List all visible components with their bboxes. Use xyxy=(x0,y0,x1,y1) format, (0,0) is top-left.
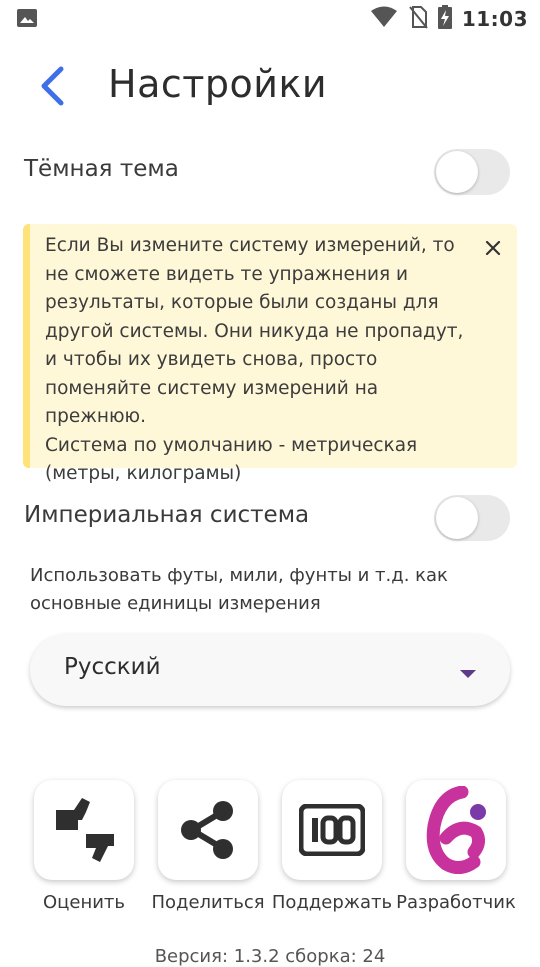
header: Настройки xyxy=(0,56,540,120)
back-button[interactable] xyxy=(30,64,74,108)
notice-accent-bar xyxy=(23,224,30,468)
dark-theme-label: Тёмная тема xyxy=(24,156,179,182)
status-time: 11:03 xyxy=(461,7,528,31)
notice-close-button[interactable] xyxy=(479,234,507,262)
action-buttons: Оценить Поделиться Поддержать Разработчи… xyxy=(0,780,540,920)
close-icon xyxy=(485,240,501,256)
page-title: Настройки xyxy=(108,62,328,106)
rate-button[interactable]: Оценить xyxy=(22,780,146,913)
rate-tile xyxy=(34,780,134,880)
image-icon xyxy=(16,8,38,28)
thumbs-icon xyxy=(56,798,114,862)
support-100-icon xyxy=(299,804,365,856)
support-label: Поддержать xyxy=(271,892,393,913)
wifi-icon xyxy=(370,6,398,32)
imperial-row: Империальная система xyxy=(24,490,516,546)
status-icons: 11:03 xyxy=(370,5,528,33)
measurement-notice: Если Вы измените систему измерений, то н… xyxy=(23,224,517,484)
dark-theme-toggle[interactable] xyxy=(434,149,510,195)
toggle-knob xyxy=(436,497,478,539)
dropdown-arrow-icon xyxy=(460,670,476,678)
no-sim-icon xyxy=(408,5,428,33)
chevron-left-icon xyxy=(41,66,64,106)
notice-text: Если Вы измените систему измерений, то н… xyxy=(45,235,464,484)
imperial-label: Империальная система xyxy=(24,502,310,528)
toggle-knob xyxy=(436,151,478,193)
rate-label: Оценить xyxy=(42,892,126,913)
share-button[interactable]: Поделиться xyxy=(146,780,270,913)
developer-button[interactable]: Разработчик xyxy=(394,780,518,913)
share-tile xyxy=(158,780,258,880)
version-text: Версия: 1.3.2 сборка: 24 xyxy=(154,946,386,967)
share-icon xyxy=(181,801,233,859)
support-tile xyxy=(282,780,382,880)
support-button[interactable]: Поддержать xyxy=(270,780,394,913)
battery-charging-icon xyxy=(437,5,452,33)
share-label: Поделиться xyxy=(151,892,265,913)
imperial-description: Использовать футы, мили, фунты и т.д. ка… xyxy=(30,565,448,614)
imperial-toggle[interactable] xyxy=(434,495,510,541)
status-bar: 11:03 xyxy=(0,0,540,38)
developer-logo-icon xyxy=(426,786,486,874)
developer-label: Разработчик xyxy=(396,892,516,913)
language-select[interactable]: Русский xyxy=(30,634,510,706)
language-value: Русский xyxy=(64,654,161,680)
developer-tile xyxy=(406,780,506,880)
dark-theme-row: Тёмная тема xyxy=(24,144,516,200)
